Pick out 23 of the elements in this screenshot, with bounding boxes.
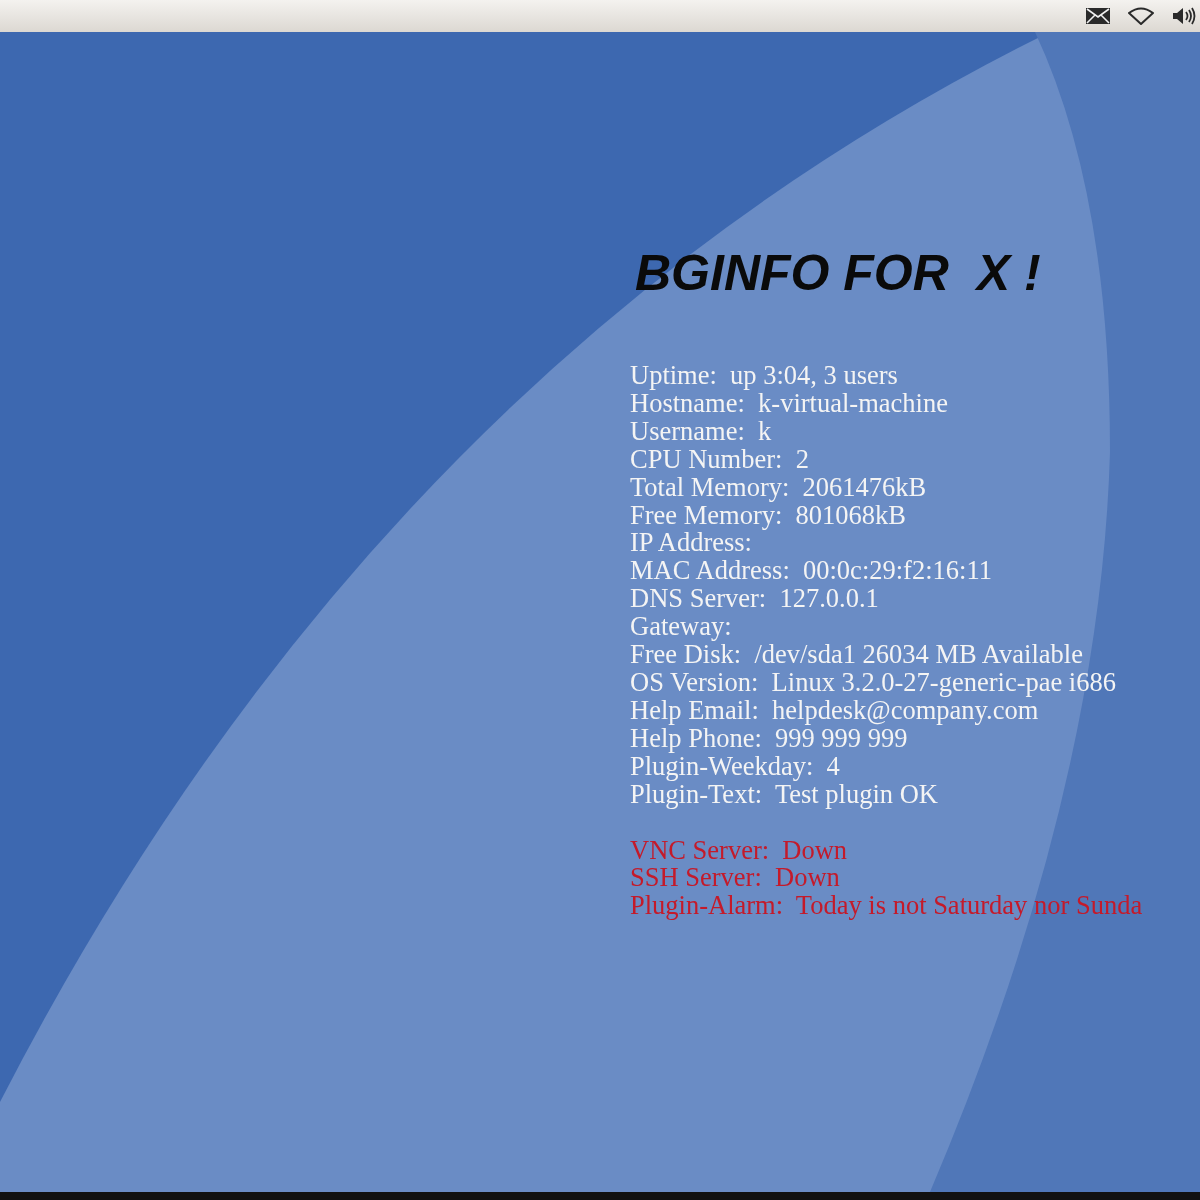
info-line: Plugin-Weekday: 4 <box>630 752 840 781</box>
info-line: CPU Number: 2 <box>630 445 809 474</box>
info-line: MAC Address: 00:0c:29:f2:16:11 <box>630 557 992 586</box>
wifi-icon[interactable] <box>1128 7 1154 25</box>
alert-line: SSH Server: Down <box>630 864 840 893</box>
envelope-icon[interactable] <box>1086 8 1110 24</box>
info-line: OS Version: Linux 3.2.0-27-generic-pae i686 <box>630 668 1116 697</box>
volume-icon[interactable] <box>1172 7 1196 25</box>
alert-line: Plugin-Alarm: Today is not Saturday nor Sunda <box>630 892 1143 921</box>
info-line: DNS Server: 127.0.0.1 <box>630 585 879 614</box>
info-line: Hostname: k-virtual-machine <box>630 389 948 418</box>
info-line: Plugin-Text: Test plugin OK <box>630 780 938 809</box>
alert-line: VNC Server: Down <box>630 836 848 865</box>
info-line: Username: k <box>630 417 772 446</box>
info-line: Total Memory: 2061476kB <box>630 473 927 502</box>
info-line: Free Memory: 801068kB <box>630 501 906 530</box>
info-line: Gateway: <box>630 613 732 642</box>
info-line: Help Email: helpdesk@company.com <box>630 696 1039 725</box>
info-line: Uptime: up 3:04, 3 users <box>630 362 898 390</box>
info-line: Free Disk: /dev/sda1 26034 MB Available <box>630 641 1083 669</box>
info-line: Help Phone: 999 999 999 <box>630 724 908 753</box>
info-line: IP Address: <box>630 529 752 558</box>
banner-title: BGINFO FOR X ! <box>635 244 1041 302</box>
